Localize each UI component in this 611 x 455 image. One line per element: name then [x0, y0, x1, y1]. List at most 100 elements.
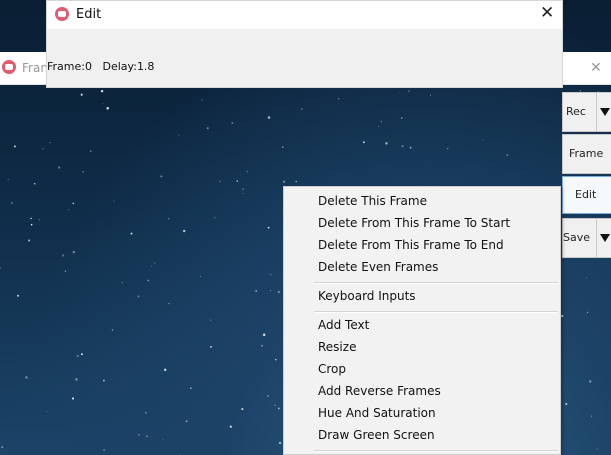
star	[111, 329, 114, 331]
star	[585, 277, 587, 279]
delay-label: Delay:	[102, 60, 137, 73]
star	[162, 438, 164, 440]
star	[270, 290, 272, 292]
star	[262, 333, 266, 336]
star	[130, 232, 133, 235]
star	[100, 89, 104, 93]
star	[113, 200, 115, 202]
rec-button[interactable]: Rec	[562, 92, 611, 132]
star	[68, 209, 70, 211]
star	[0, 266, 1, 269]
star	[137, 295, 140, 298]
star	[401, 145, 404, 148]
star	[168, 218, 170, 220]
menu-item-delete-from-frame-to-end[interactable]: Delete From This Frame To End	[318, 235, 504, 255]
star	[72, 202, 75, 205]
star	[160, 175, 163, 178]
star	[246, 170, 249, 173]
star	[103, 449, 105, 451]
star	[16, 294, 20, 297]
star	[482, 139, 484, 141]
star	[199, 275, 201, 277]
star	[301, 108, 303, 110]
menu-separator	[314, 311, 558, 313]
close-icon[interactable]: ✕	[540, 5, 554, 22]
star	[76, 354, 79, 358]
star	[80, 93, 83, 96]
star	[278, 441, 282, 445]
star	[138, 434, 140, 436]
star	[71, 397, 75, 400]
star	[146, 435, 148, 437]
star	[13, 145, 16, 148]
star	[596, 448, 598, 450]
close-icon[interactable]: ✕	[590, 61, 602, 75]
menu-item-add-text[interactable]: Add Text	[318, 315, 369, 335]
star	[102, 103, 104, 105]
star	[38, 219, 40, 221]
star	[121, 281, 123, 284]
star	[260, 344, 264, 347]
frame-info: Frame:0 Delay:1.8	[47, 60, 154, 73]
star	[57, 166, 61, 169]
star	[210, 319, 212, 321]
frame-label: Frame	[569, 147, 604, 160]
star	[274, 404, 276, 407]
menu-separator	[314, 450, 558, 452]
star	[46, 411, 48, 413]
menu-item-add-reverse-frames[interactable]: Add Reverse Frames	[318, 381, 441, 401]
star	[144, 411, 147, 414]
star	[1, 446, 4, 449]
chevron-down-icon[interactable]	[600, 234, 610, 242]
menu-separator	[314, 282, 558, 284]
star	[408, 90, 410, 92]
star	[201, 99, 203, 101]
screentogif-app-icon	[55, 7, 69, 21]
frame-button[interactable]: Frame	[562, 134, 611, 174]
star	[277, 290, 281, 294]
star	[267, 226, 270, 229]
star	[147, 279, 150, 282]
menu-item-hue-and-saturation[interactable]: Hue And Saturation	[318, 403, 436, 423]
split-divider	[596, 93, 597, 131]
menu-item-draw-green-screen[interactable]: Draw Green Screen	[318, 425, 435, 445]
rec-label: Rec	[566, 105, 586, 118]
star	[277, 407, 280, 410]
star	[75, 378, 78, 381]
star	[242, 193, 244, 195]
star	[154, 262, 156, 264]
menu-item-crop[interactable]: Crop	[318, 359, 346, 379]
star	[7, 178, 9, 181]
star	[590, 415, 593, 417]
split-divider	[596, 219, 597, 257]
screentogif-app-icon	[2, 60, 16, 74]
star	[429, 94, 432, 96]
star	[102, 379, 105, 382]
star	[82, 170, 84, 173]
star	[151, 265, 152, 267]
menu-item-keyboard-inputs[interactable]: Keyboard Inputs	[318, 286, 416, 306]
frame-number-value: 0	[84, 60, 92, 73]
menu-item-delete-this-frame[interactable]: Delete This Frame	[318, 191, 427, 211]
star	[164, 368, 167, 371]
star	[64, 270, 67, 272]
save-button[interactable]: Save	[562, 218, 611, 258]
chevron-down-icon[interactable]	[600, 108, 610, 116]
star	[30, 217, 32, 220]
edit-button[interactable]: Edit	[562, 176, 611, 214]
edit-label: Edit	[575, 188, 597, 201]
star	[182, 229, 186, 233]
star	[30, 223, 33, 226]
edit-window-titlebar[interactable]: Edit ✕	[47, 1, 562, 29]
star	[295, 180, 297, 183]
menu-item-delete-even-frames[interactable]: Delete Even Frames	[318, 257, 438, 277]
star	[267, 395, 269, 397]
menu-item-resize[interactable]: Resize	[318, 337, 356, 357]
star	[586, 311, 589, 314]
star	[90, 150, 92, 152]
star	[62, 254, 65, 257]
star	[229, 425, 232, 428]
menu-item-delete-from-frame-to-start[interactable]: Delete From This Frame To Start	[318, 213, 510, 233]
star	[255, 289, 258, 292]
star	[281, 146, 284, 148]
